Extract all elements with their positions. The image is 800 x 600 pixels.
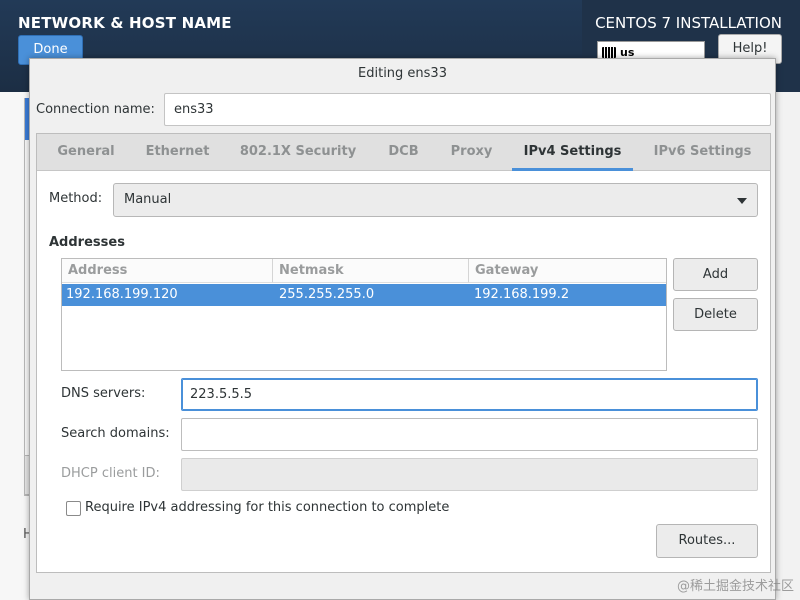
method-label: Method: [49, 191, 103, 206]
method-value: Manual [124, 192, 172, 207]
add-address-button[interactable]: Add [673, 258, 758, 291]
dhcp-client-id-input [181, 458, 758, 491]
addresses-title: Addresses [49, 235, 125, 250]
installation-title: CENTOS 7 INSTALLATION [595, 14, 782, 32]
search-domains-input[interactable] [181, 418, 758, 451]
table-row[interactable]: 192.168.199.120 255.255.255.0 192.168.19… [62, 284, 666, 306]
require-ipv4-checkbox[interactable] [66, 501, 81, 516]
tab-ipv6-settings[interactable]: IPv6 Settings [641, 134, 764, 171]
tab-general[interactable]: General [45, 134, 127, 171]
column-header-address[interactable]: Address [62, 259, 273, 283]
column-header-netmask[interactable]: Netmask [273, 259, 469, 283]
tab-ethernet[interactable]: Ethernet [135, 134, 220, 171]
method-select[interactable]: Manual [113, 183, 758, 217]
row-gateway: 192.168.199.2 [474, 287, 570, 302]
row-netmask: 255.255.255.0 [279, 287, 375, 302]
dhcp-client-id-label: DHCP client ID: [61, 466, 160, 481]
dns-servers-label: DNS servers: [61, 386, 146, 401]
tab-ipv4-settings[interactable]: IPv4 Settings [512, 134, 633, 171]
column-header-gateway[interactable]: Gateway [469, 259, 666, 283]
tab-bar: General Ethernet 802.1X Security DCB Pro… [37, 134, 770, 171]
tab-dcb[interactable]: DCB [376, 134, 431, 171]
keyboard-icon [602, 47, 616, 58]
dns-servers-input[interactable]: 223.5.5.5 [181, 378, 758, 411]
tab-proxy[interactable]: Proxy [439, 134, 504, 171]
delete-address-button[interactable]: Delete [673, 298, 758, 331]
dialog-title: Editing ens33 [358, 66, 447, 81]
require-ipv4-label[interactable]: Require IPv4 addressing for this connect… [85, 500, 449, 515]
connection-name-label: Connection name: [36, 102, 155, 117]
connection-name-input[interactable]: ens33 [164, 93, 771, 126]
routes-button[interactable]: Routes... [656, 524, 758, 558]
row-address: 192.168.199.120 [66, 287, 178, 302]
watermark: @稀土掘金技术社区 [676, 579, 794, 594]
settings-notebook: General Ethernet 802.1X Security DCB Pro… [36, 133, 771, 573]
addresses-table[interactable]: Address Netmask Gateway 192.168.199.120 … [61, 258, 667, 371]
tab-802-1x-security[interactable]: 802.1X Security [228, 134, 368, 171]
search-domains-label: Search domains: [61, 426, 170, 441]
page-title: NETWORK & HOST NAME [18, 14, 232, 32]
chevron-down-icon [737, 198, 747, 204]
edit-connection-dialog: Editing ens33 Connection name: ens33 Gen… [29, 58, 776, 600]
